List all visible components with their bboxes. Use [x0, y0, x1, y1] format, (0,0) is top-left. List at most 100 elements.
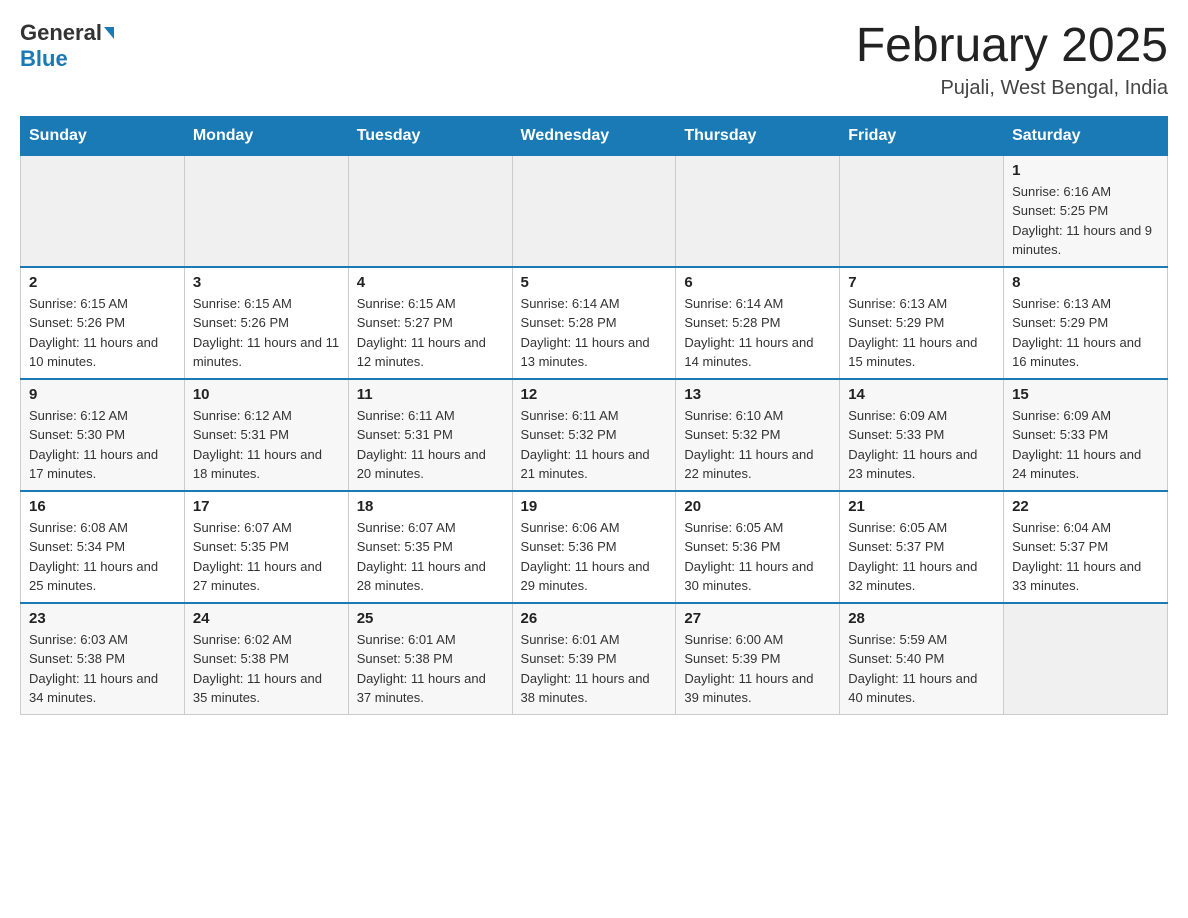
day-number: 23: [29, 610, 176, 627]
day-info: Sunrise: 6:04 AMSunset: 5:37 PMDaylight:…: [1012, 518, 1159, 596]
day-info: Sunrise: 6:05 AMSunset: 5:36 PMDaylight:…: [684, 518, 831, 596]
day-info: Sunrise: 6:09 AMSunset: 5:33 PMDaylight:…: [848, 406, 995, 484]
calendar-cell: 23 Sunrise: 6:03 AMSunset: 5:38 PMDayligh…: [21, 603, 185, 715]
day-number: 27: [684, 610, 831, 627]
weekday-header-wednesday: Wednesday: [512, 116, 676, 155]
day-info: Sunrise: 6:01 AMSunset: 5:39 PMDaylight:…: [521, 630, 668, 708]
day-info: Sunrise: 6:08 AMSunset: 5:34 PMDaylight:…: [29, 518, 176, 596]
calendar-cell: [21, 155, 185, 267]
calendar-cell: 7 Sunrise: 6:13 AMSunset: 5:29 PMDaylight…: [840, 267, 1004, 379]
day-number: 12: [521, 386, 668, 403]
calendar-cell: [348, 155, 512, 267]
calendar-cell: 26 Sunrise: 6:01 AMSunset: 5:39 PMDayligh…: [512, 603, 676, 715]
calendar-cell: [1004, 603, 1168, 715]
calendar-cell: 19 Sunrise: 6:06 AMSunset: 5:36 PMDayligh…: [512, 491, 676, 603]
day-info: Sunrise: 6:05 AMSunset: 5:37 PMDaylight:…: [848, 518, 995, 596]
day-number: 4: [357, 274, 504, 291]
calendar-cell: 4 Sunrise: 6:15 AMSunset: 5:27 PMDaylight…: [348, 267, 512, 379]
day-number: 17: [193, 498, 340, 515]
day-number: 18: [357, 498, 504, 515]
day-number: 3: [193, 274, 340, 291]
month-title: February 2025: [856, 20, 1168, 73]
day-info: Sunrise: 6:15 AMSunset: 5:26 PMDaylight:…: [29, 294, 176, 372]
calendar-cell: 17 Sunrise: 6:07 AMSunset: 5:35 PMDayligh…: [184, 491, 348, 603]
day-number: 26: [521, 610, 668, 627]
logo-blue-text: Blue: [20, 46, 68, 71]
weekday-header-friday: Friday: [840, 116, 1004, 155]
title-section: February 2025 Pujali, West Bengal, India: [856, 20, 1168, 100]
day-number: 14: [848, 386, 995, 403]
week-row-2: 9Sunrise: 6:12 AMSunset: 5:30 PMDaylight…: [21, 379, 1168, 491]
day-info: Sunrise: 6:10 AMSunset: 5:32 PMDaylight:…: [684, 406, 831, 484]
day-number: 2: [29, 274, 176, 291]
calendar-cell: 16 Sunrise: 6:08 AMSunset: 5:34 PMDayligh…: [21, 491, 185, 603]
week-row-0: 1 Sunrise: 6:16 AMSunset: 5:25 PMDaylight…: [21, 155, 1168, 267]
week-row-3: 16 Sunrise: 6:08 AMSunset: 5:34 PMDayligh…: [21, 491, 1168, 603]
calendar-cell: 5Sunrise: 6:14 AMSunset: 5:28 PMDaylight…: [512, 267, 676, 379]
page-header: General Blue February 2025 Pujali, West …: [20, 20, 1168, 100]
day-number: 5: [521, 274, 668, 291]
day-info: Sunrise: 6:07 AMSunset: 5:35 PMDaylight:…: [357, 518, 504, 596]
calendar-cell: 28 Sunrise: 5:59 AMSunset: 5:40 PMDayligh…: [840, 603, 1004, 715]
day-info: Sunrise: 6:15 AMSunset: 5:26 PMDaylight:…: [193, 294, 340, 372]
calendar-cell: 14 Sunrise: 6:09 AMSunset: 5:33 PMDayligh…: [840, 379, 1004, 491]
day-info: Sunrise: 6:01 AMSunset: 5:38 PMDaylight:…: [357, 630, 504, 708]
calendar-cell: 2 Sunrise: 6:15 AMSunset: 5:26 PMDaylight…: [21, 267, 185, 379]
day-info: Sunrise: 6:03 AMSunset: 5:38 PMDaylight:…: [29, 630, 176, 708]
calendar-cell: 3 Sunrise: 6:15 AMSunset: 5:26 PMDaylight…: [184, 267, 348, 379]
weekday-header-saturday: Saturday: [1004, 116, 1168, 155]
day-number: 10: [193, 386, 340, 403]
calendar-cell: [676, 155, 840, 267]
calendar-cell: 15 Sunrise: 6:09 AMSunset: 5:33 PMDayligh…: [1004, 379, 1168, 491]
day-info: Sunrise: 6:00 AMSunset: 5:39 PMDaylight:…: [684, 630, 831, 708]
calendar-cell: 13 Sunrise: 6:10 AMSunset: 5:32 PMDayligh…: [676, 379, 840, 491]
calendar-cell: 12 Sunrise: 6:11 AMSunset: 5:32 PMDayligh…: [512, 379, 676, 491]
calendar-cell: 24 Sunrise: 6:02 AMSunset: 5:38 PMDayligh…: [184, 603, 348, 715]
day-number: 28: [848, 610, 995, 627]
day-number: 13: [684, 386, 831, 403]
calendar-cell: 8 Sunrise: 6:13 AMSunset: 5:29 PMDaylight…: [1004, 267, 1168, 379]
calendar-cell: 22Sunrise: 6:04 AMSunset: 5:37 PMDayligh…: [1004, 491, 1168, 603]
day-number: 6: [684, 274, 831, 291]
logo-arrow-icon: [104, 27, 114, 39]
weekday-header-row: SundayMondayTuesdayWednesdayThursdayFrid…: [21, 116, 1168, 155]
calendar-cell: 20Sunrise: 6:05 AMSunset: 5:36 PMDayligh…: [676, 491, 840, 603]
day-info: Sunrise: 6:13 AMSunset: 5:29 PMDaylight:…: [848, 294, 995, 372]
weekday-header-thursday: Thursday: [676, 116, 840, 155]
day-number: 8: [1012, 274, 1159, 291]
day-info: Sunrise: 6:16 AMSunset: 5:25 PMDaylight:…: [1012, 182, 1159, 260]
day-info: Sunrise: 6:11 AMSunset: 5:32 PMDaylight:…: [521, 406, 668, 484]
day-info: Sunrise: 6:07 AMSunset: 5:35 PMDaylight:…: [193, 518, 340, 596]
day-number: 19: [521, 498, 668, 515]
calendar-cell: [184, 155, 348, 267]
day-number: 16: [29, 498, 176, 515]
day-info: Sunrise: 6:11 AMSunset: 5:31 PMDaylight:…: [357, 406, 504, 484]
calendar-cell: 6Sunrise: 6:14 AMSunset: 5:28 PMDaylight…: [676, 267, 840, 379]
calendar-cell: 9Sunrise: 6:12 AMSunset: 5:30 PMDaylight…: [21, 379, 185, 491]
day-number: 24: [193, 610, 340, 627]
day-number: 25: [357, 610, 504, 627]
week-row-1: 2 Sunrise: 6:15 AMSunset: 5:26 PMDaylight…: [21, 267, 1168, 379]
calendar-cell: 21 Sunrise: 6:05 AMSunset: 5:37 PMDayligh…: [840, 491, 1004, 603]
location-title: Pujali, West Bengal, India: [856, 77, 1168, 100]
weekday-header-sunday: Sunday: [21, 116, 185, 155]
calendar-cell: 11 Sunrise: 6:11 AMSunset: 5:31 PMDayligh…: [348, 379, 512, 491]
day-info: Sunrise: 6:13 AMSunset: 5:29 PMDaylight:…: [1012, 294, 1159, 372]
day-number: 15: [1012, 386, 1159, 403]
logo: General Blue: [20, 20, 114, 72]
day-number: 7: [848, 274, 995, 291]
calendar-cell: 10Sunrise: 6:12 AMSunset: 5:31 PMDayligh…: [184, 379, 348, 491]
day-info: Sunrise: 6:02 AMSunset: 5:38 PMDaylight:…: [193, 630, 340, 708]
weekday-header-monday: Monday: [184, 116, 348, 155]
day-info: Sunrise: 6:09 AMSunset: 5:33 PMDaylight:…: [1012, 406, 1159, 484]
calendar-cell: 25 Sunrise: 6:01 AMSunset: 5:38 PMDayligh…: [348, 603, 512, 715]
day-info: Sunrise: 6:15 AMSunset: 5:27 PMDaylight:…: [357, 294, 504, 372]
logo-general-text: General: [20, 20, 102, 46]
day-number: 1: [1012, 162, 1159, 179]
day-info: Sunrise: 5:59 AMSunset: 5:40 PMDaylight:…: [848, 630, 995, 708]
day-number: 21: [848, 498, 995, 515]
calendar-cell: 27 Sunrise: 6:00 AMSunset: 5:39 PMDayligh…: [676, 603, 840, 715]
calendar-cell: 18 Sunrise: 6:07 AMSunset: 5:35 PMDayligh…: [348, 491, 512, 603]
day-info: Sunrise: 6:06 AMSunset: 5:36 PMDaylight:…: [521, 518, 668, 596]
day-number: 11: [357, 386, 504, 403]
